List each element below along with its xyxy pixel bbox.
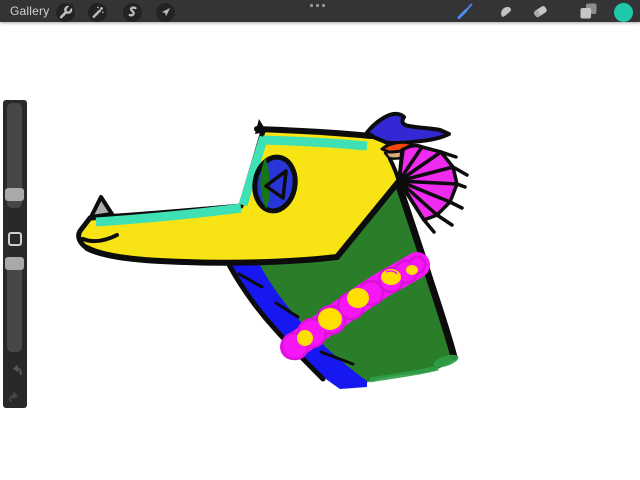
opacity-slider[interactable]: [7, 257, 22, 352]
undo-button[interactable]: [5, 360, 25, 380]
transform-button[interactable]: [155, 2, 175, 22]
more-options-button[interactable]: [310, 4, 325, 7]
undo-arrow-icon: [13, 365, 22, 375]
magic-wand-icon: [92, 6, 104, 18]
eraser-icon: [533, 6, 547, 18]
layers-icon: [580, 3, 597, 19]
dragon-artwork: [76, 111, 469, 389]
redo-button[interactable]: [6, 387, 26, 407]
redo-arrow-icon: [9, 392, 18, 402]
smudge-tool-button[interactable]: [495, 0, 517, 22]
color-swatch-button[interactable]: [614, 2, 633, 22]
paint-tool-button[interactable]: [454, 0, 476, 22]
adjustments-button[interactable]: [87, 2, 107, 22]
actions-button[interactable]: [55, 2, 75, 22]
sidebar-controls: [3, 100, 27, 408]
transform-arrow-icon: [161, 7, 170, 16]
modify-button[interactable]: [8, 232, 22, 246]
opacity-handle[interactable]: [5, 257, 24, 270]
brush-size-handle[interactable]: [5, 188, 24, 201]
layers-button[interactable]: [577, 0, 599, 22]
gallery-button[interactable]: Gallery: [10, 0, 49, 22]
selection-button[interactable]: [122, 2, 142, 22]
paint-brush-icon: [457, 3, 473, 19]
ellipsis-icon: [310, 4, 313, 7]
smudge-finger-icon: [501, 7, 511, 17]
top-toolbar: Gallery: [0, 0, 640, 22]
drawing-canvas[interactable]: [0, 0, 640, 480]
nose-horn: [89, 195, 114, 219]
eraser-tool-button[interactable]: [529, 0, 551, 22]
selection-s-icon: [128, 5, 137, 16]
wrench-icon: [59, 3, 73, 18]
